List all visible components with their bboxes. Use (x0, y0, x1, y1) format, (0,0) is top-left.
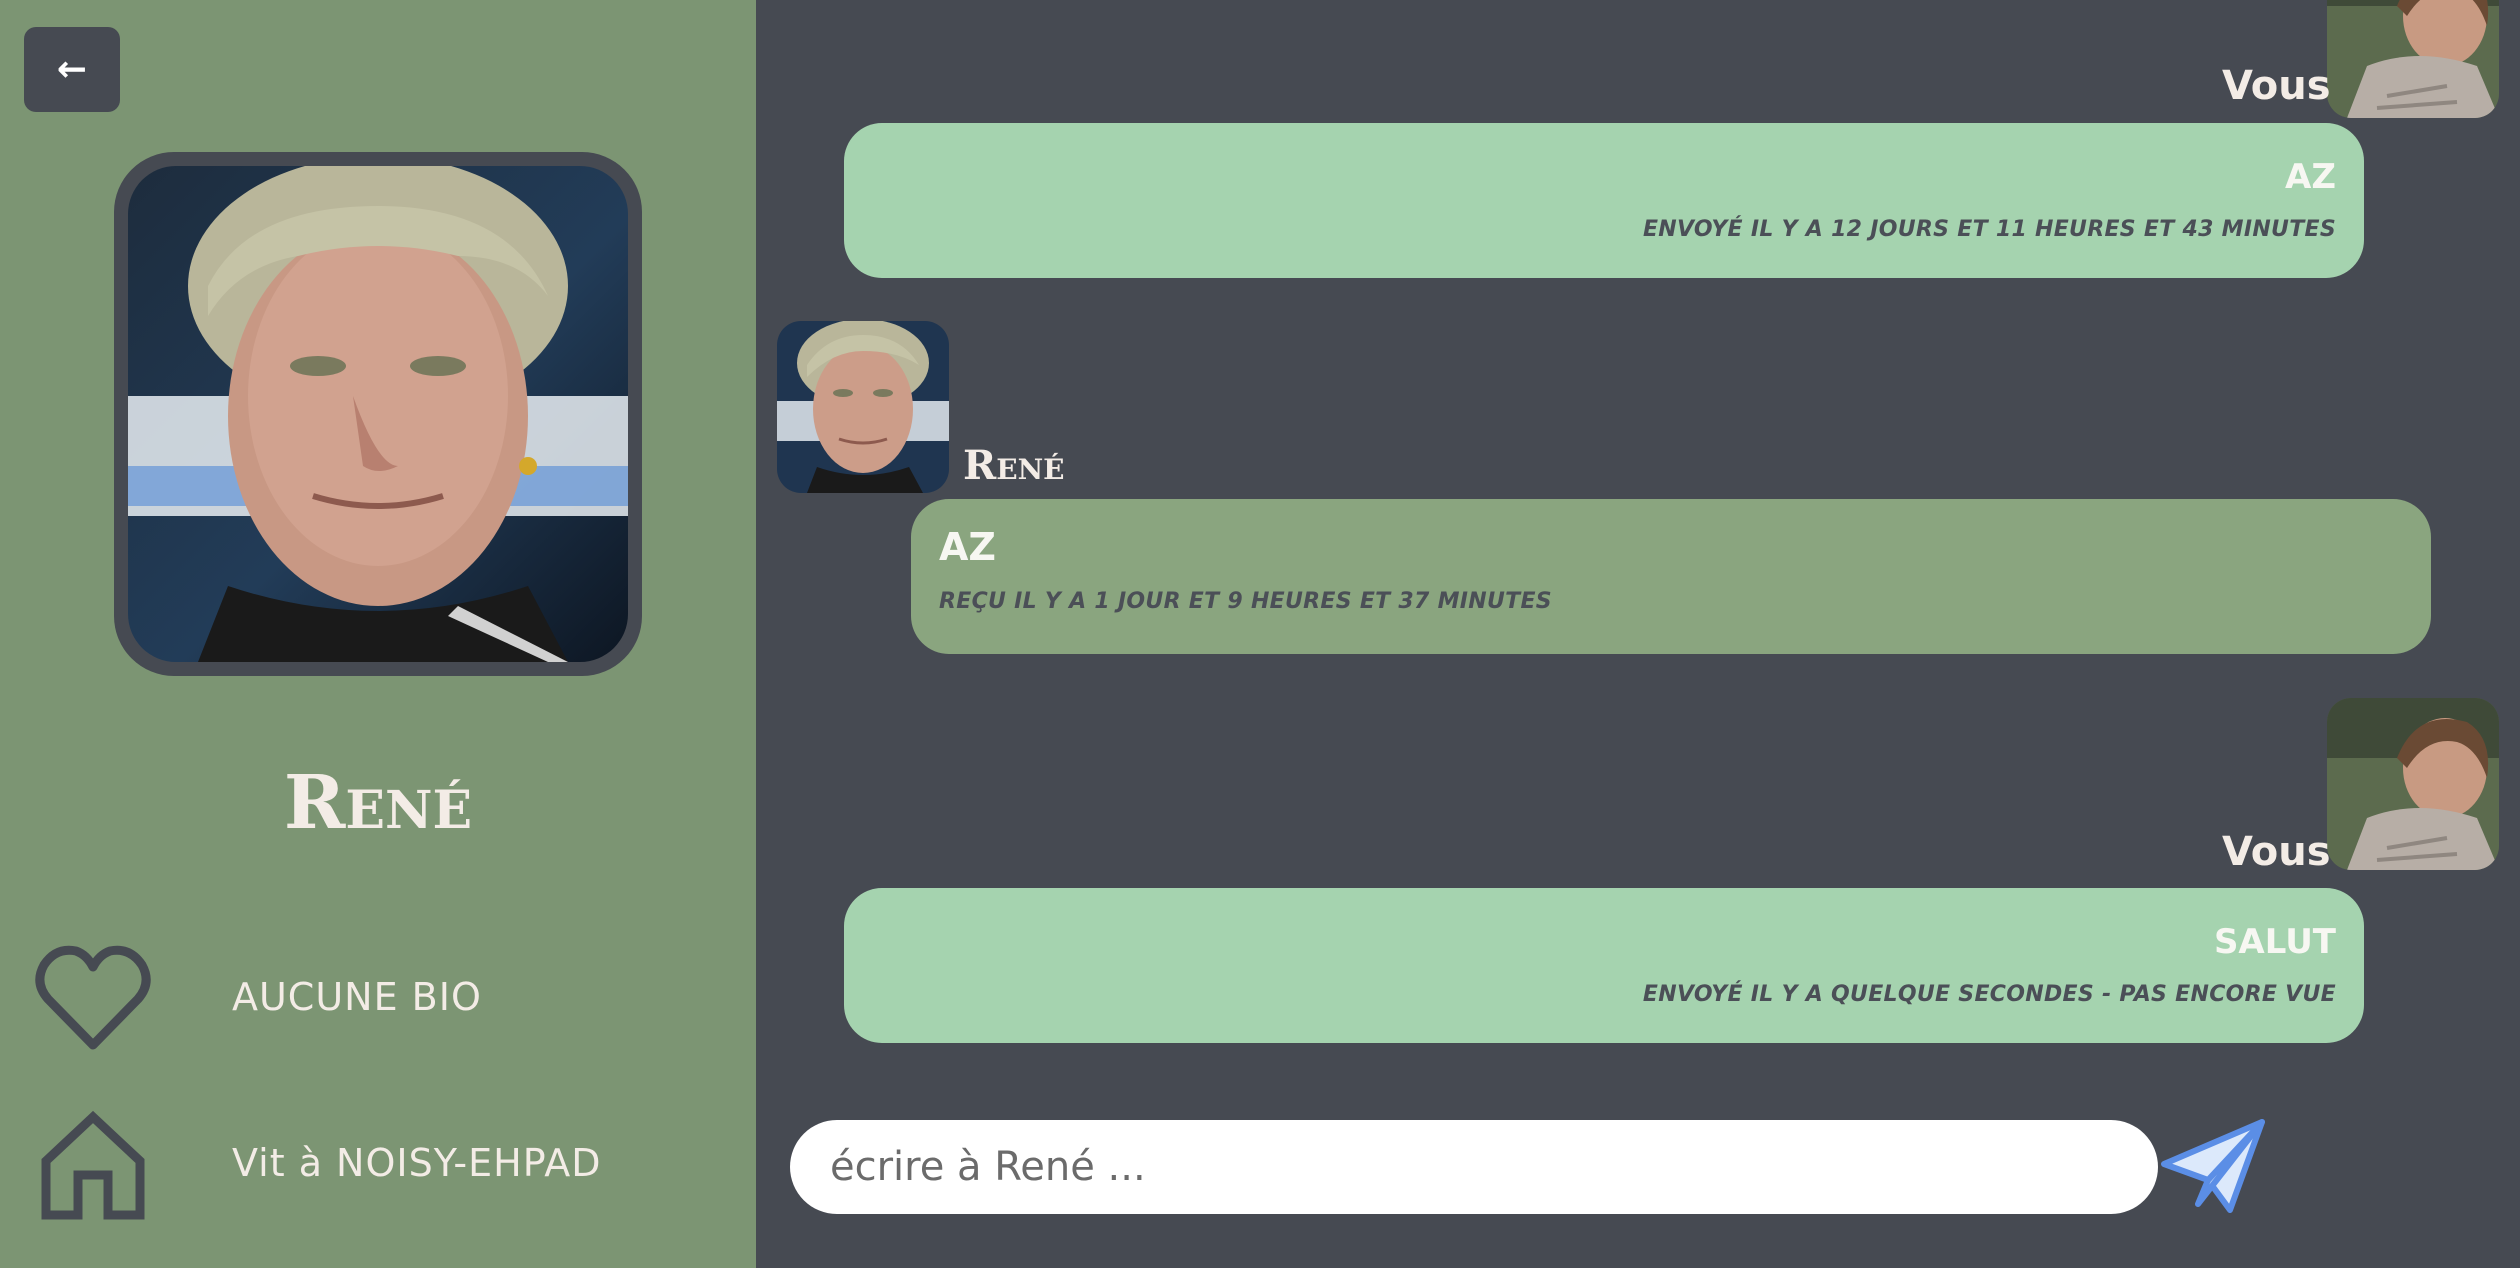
house-icon (41, 1110, 145, 1220)
message-text: AZ (939, 525, 996, 569)
message-author: Vous (2222, 829, 2331, 875)
arrow-left-icon: ← (56, 49, 88, 90)
bio-text: AUCUNE BIO (232, 975, 482, 1019)
profile-photo-frame (114, 152, 642, 676)
contact-avatar (777, 321, 949, 493)
message-text: SALUT (2213, 922, 2336, 962)
profile-sidebar: ← René AUCUNE BIO Vit à NOISY-EHPAD (0, 0, 756, 1268)
message-timestamp: REÇU IL Y A 1 JOUR ET 9 HEURES ET 37 MIN… (939, 589, 1552, 614)
message-bubble-received[interactable]: AZ REÇU IL Y A 1 JOUR ET 9 HEURES ET 37 … (911, 499, 2431, 654)
message-author: René (963, 442, 1065, 489)
message-author: Vous (2222, 63, 2331, 109)
own-avatar (2327, 698, 2499, 870)
message-bubble-sent[interactable]: SALUT ENVOYÉ IL Y A QUELQUE SECONDES - P… (844, 888, 2364, 1043)
message-timestamp: ENVOYÉ IL Y A 12 JOURS ET 11 HEURES ET 4… (1642, 217, 2336, 242)
back-button[interactable]: ← (24, 27, 120, 112)
message-input[interactable] (790, 1120, 2158, 1214)
home-row: Vit à NOISY-EHPAD (0, 1103, 756, 1223)
profile-name: René (283, 760, 473, 846)
message-timestamp: ENVOYÉ IL Y A QUELQUE SECONDES - PAS ENC… (1642, 982, 2336, 1007)
profile-photo (128, 166, 628, 662)
message-text: AZ (2285, 157, 2336, 197)
own-avatar (2327, 0, 2499, 118)
home-text: Vit à NOISY-EHPAD (232, 1141, 602, 1185)
heart-icon (35, 945, 151, 1050)
send-button[interactable] (2160, 1118, 2266, 1218)
message-bubble-sent[interactable]: AZ ENVOYÉ IL Y A 12 JOURS ET 11 HEURES E… (844, 123, 2364, 278)
paper-plane-icon (2161, 1119, 2265, 1213)
bio-row: AUCUNE BIO (0, 937, 756, 1057)
